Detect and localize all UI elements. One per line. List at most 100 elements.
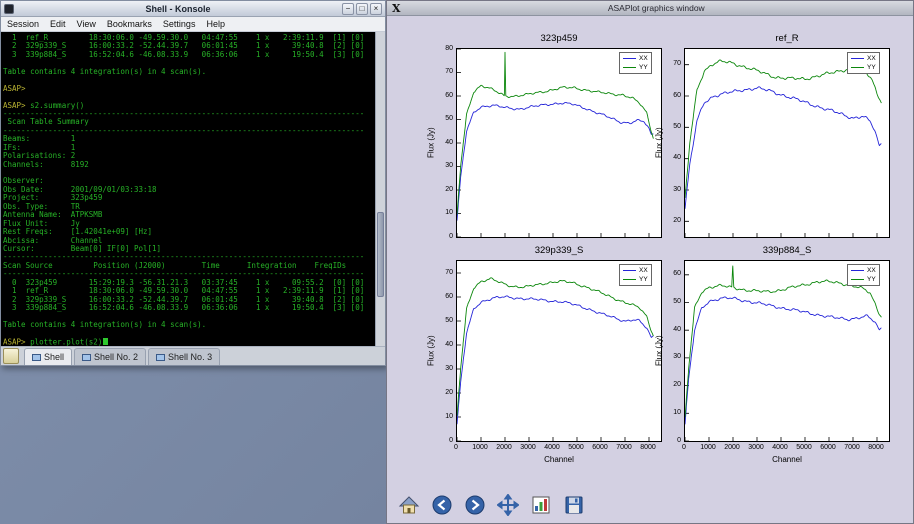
y-tick-label: 60 <box>657 270 681 278</box>
legend-label: XX <box>639 55 648 62</box>
x-axis-label: Channel <box>684 455 890 464</box>
konsole-app-icon <box>4 4 14 14</box>
tick-marks <box>685 65 877 237</box>
y-tick-label: 40 <box>429 341 453 349</box>
subplot-title: 329p339_S <box>456 245 662 258</box>
legend-entry: XX <box>623 267 648 274</box>
series-YY <box>685 60 881 198</box>
y-tick-label: 30 <box>657 353 681 361</box>
menu-settings[interactable]: Settings <box>163 19 196 29</box>
y-tick-label: 70 <box>429 269 453 277</box>
y-tick-label: 60 <box>429 92 453 100</box>
plot-curves-svg <box>457 49 661 237</box>
tab-shell-3[interactable]: Shell No. 3 <box>148 348 220 365</box>
pan-button[interactable] <box>495 492 521 518</box>
forward-button[interactable] <box>462 492 488 518</box>
plot-axes[interactable] <box>456 48 662 238</box>
y-tick-label: 30 <box>429 365 453 373</box>
subplot-title: ref_R <box>684 33 890 46</box>
asaplot-window-title: ASAPlot graphics window <box>405 3 908 13</box>
tab-shell-1[interactable]: Shell <box>24 348 72 365</box>
save-button[interactable] <box>561 492 587 518</box>
y-tick-label: 60 <box>657 92 681 100</box>
terminal-line: Table contains 4 integration(s) in 4 sca… <box>3 68 374 76</box>
plot-legend: XX YY <box>619 52 652 74</box>
legend-entry: XX <box>623 55 648 62</box>
menu-view[interactable]: View <box>77 19 96 29</box>
legend-entry: YY <box>623 276 648 283</box>
y-axis-label: Flux (Jy) <box>653 48 665 238</box>
y-tick-label: 10 <box>429 413 453 421</box>
terminal-line: 3 339p884_S 16:52:04.6 -46.08.33.9 06:36… <box>3 304 374 312</box>
plot-axes[interactable] <box>684 260 890 442</box>
y-tick-label: 0 <box>429 233 453 241</box>
asap-prompt: ASAP> <box>3 337 26 346</box>
tick-marks <box>457 273 649 441</box>
terminal-tab-icon <box>82 354 91 361</box>
menu-bookmarks[interactable]: Bookmarks <box>107 19 152 29</box>
legend-entry: YY <box>851 64 876 71</box>
terminal-scrollbar[interactable] <box>375 32 385 348</box>
y-tick-label: 20 <box>657 381 681 389</box>
x-tick-label: 8000 <box>862 444 890 452</box>
legend-entry: XX <box>851 267 876 274</box>
plot-legend: XX YY <box>619 264 652 286</box>
legend-label: XX <box>867 267 876 274</box>
plot-axes[interactable] <box>456 260 662 442</box>
series-YY <box>457 52 653 214</box>
series-YY <box>457 278 653 416</box>
tab-label: Shell <box>44 352 64 362</box>
y-tick-label: 60 <box>429 293 453 301</box>
subplot-title: 339p884_S <box>684 245 890 258</box>
asaplot-titlebar[interactable]: X ASAPlot graphics window <box>387 1 913 16</box>
menu-session[interactable]: Session <box>7 19 39 29</box>
y-tick-label: 40 <box>657 154 681 162</box>
plot-axes[interactable] <box>684 48 890 238</box>
back-icon <box>431 494 453 516</box>
minimize-button[interactable]: − <box>342 3 354 15</box>
home-button[interactable] <box>396 492 422 518</box>
legend-line-swatch <box>851 67 864 68</box>
terminal-output[interactable]: 1 ref_R 18:30:06.0 -49.59.30.0 04:47:55 … <box>3 34 374 348</box>
figure-canvas[interactable]: 323p459Flux (Jy)01020304050607080XXYYref… <box>387 16 913 489</box>
terminal-area: 1 ref_R 18:30:06.0 -49.59.30.0 04:47:55 … <box>1 32 385 348</box>
terminal-line: 3 339p884_S 16:52:04.6 -46.08.33.9 06:36… <box>3 51 374 59</box>
legend-line-swatch <box>851 279 864 280</box>
terminal-line: Channels: 8192 <box>3 161 374 169</box>
y-tick-label: 50 <box>429 317 453 325</box>
legend-line-swatch <box>623 67 636 68</box>
menu-help[interactable]: Help <box>206 19 225 29</box>
save-icon <box>563 494 585 516</box>
tab-shell-2[interactable]: Shell No. 2 <box>74 348 146 365</box>
terminal-tab-icon <box>156 354 165 361</box>
series-XX <box>457 102 653 220</box>
y-tick-label: 50 <box>657 123 681 131</box>
legend-line-swatch <box>851 270 864 271</box>
konsole-titlebar[interactable]: Shell - Konsole − □ × <box>1 1 385 17</box>
y-tick-label: 30 <box>657 186 681 194</box>
y-tick-label: 70 <box>429 68 453 76</box>
series-XX <box>685 87 881 209</box>
plot-legend: XXYY <box>847 264 880 286</box>
legend-line-swatch <box>623 270 636 271</box>
y-tick-label: 10 <box>429 209 453 217</box>
legend-label: YY <box>639 64 648 71</box>
maximize-button[interactable]: □ <box>356 3 368 15</box>
close-button[interactable]: × <box>370 3 382 15</box>
scrollbar-thumb[interactable] <box>377 212 384 297</box>
new-session-button[interactable] <box>3 348 19 364</box>
konsole-window-title: Shell - Konsole <box>17 4 339 14</box>
konsole-tabbar: Shell Shell No. 2 Shell No. 3 <box>1 346 385 365</box>
plot-toolbar <box>387 487 913 523</box>
x-axis-label: Channel <box>456 455 662 464</box>
back-button[interactable] <box>429 492 455 518</box>
plot-curves-svg <box>457 261 661 441</box>
subplots-button[interactable] <box>528 492 554 518</box>
legend-label: YY <box>639 276 648 283</box>
x11-icon: X <box>392 2 401 15</box>
subplots-icon <box>530 494 552 516</box>
tab-label: Shell No. 3 <box>168 352 212 362</box>
terminal-line <box>3 76 374 84</box>
menu-edit[interactable]: Edit <box>50 19 66 29</box>
subplot-title: 323p459 <box>456 33 662 46</box>
